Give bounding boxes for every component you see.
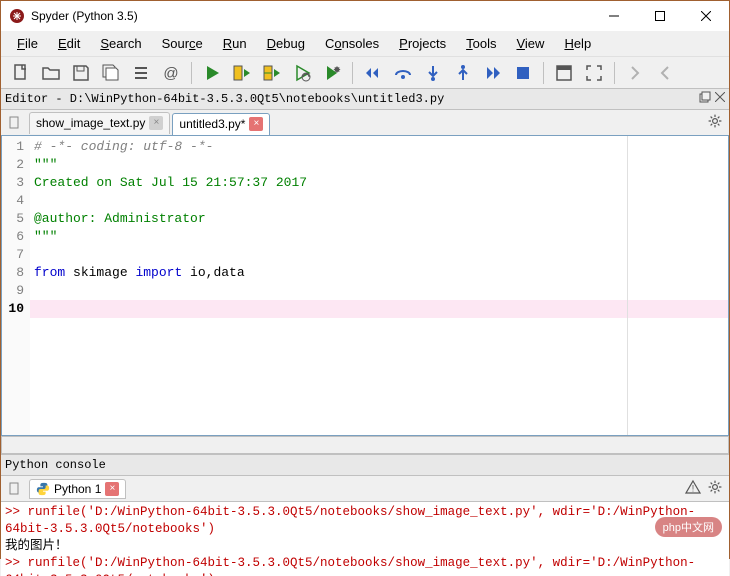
menu-edit[interactable]: Edit [50,34,88,53]
maximize-pane-button[interactable] [550,59,578,87]
editor-path-text: Editor - D:\WinPython-64bit-3.5.3.0Qt5\n… [5,92,444,106]
toolbar: @ [1,56,729,88]
spyder-icon [9,8,25,24]
minimize-button[interactable] [591,1,637,31]
titlebar: Spyder (Python 3.5) [1,1,729,31]
console-tabs: Python 1 × ! [1,476,729,502]
python-icon [36,482,50,496]
nav-forward-button[interactable] [621,59,649,87]
menu-projects[interactable]: Projects [391,34,454,53]
menu-debug[interactable]: Debug [259,34,313,53]
menu-tools[interactable]: Tools [458,34,504,53]
watermark: php中文网 [655,517,722,537]
pane-undock-icon[interactable] [699,91,711,107]
gear-icon[interactable] [707,479,723,498]
editor-ruler [627,136,628,435]
code-body[interactable]: # -*- coding: utf-8 -*-"""Created on Sat… [30,136,728,435]
menu-run[interactable]: Run [215,34,255,53]
menu-search[interactable]: Search [92,34,149,53]
save-button[interactable] [67,59,95,87]
code-editor[interactable]: 12345678910 # -*- coding: utf-8 -*-"""Cr… [1,136,729,436]
file-tab-label: show_image_text.py [36,116,145,130]
menu-view[interactable]: View [508,34,552,53]
console-tab-label: Python 1 [54,482,101,496]
debug-step-over-button[interactable] [389,59,417,87]
editor-path-controls [699,91,725,107]
close-button[interactable] [683,1,729,31]
run-config-button[interactable] [318,59,346,87]
toolbar-separator [352,62,353,84]
tab-close-icon[interactable]: × [105,482,119,496]
run-selection-button[interactable] [288,59,316,87]
pane-close-icon[interactable] [715,92,725,106]
menubar: File Edit Search Source Run Debug Consol… [1,31,729,56]
tab-close-icon[interactable]: × [149,116,163,130]
svg-text:!: ! [692,484,695,494]
nav-back-button[interactable] [651,59,679,87]
debug-step-into-button[interactable] [419,59,447,87]
window-title: Spyder (Python 3.5) [31,9,138,23]
at-button[interactable]: @ [157,59,185,87]
fullscreen-button[interactable] [580,59,608,87]
menu-help[interactable]: Help [556,34,599,53]
toolbar-separator [543,62,544,84]
new-file-button[interactable] [7,59,35,87]
menu-source[interactable]: Source [154,34,211,53]
console-tab-list-button[interactable] [5,479,25,499]
title-left: Spyder (Python 3.5) [1,8,138,24]
gutter: 12345678910 [2,136,30,435]
svg-text:@: @ [163,65,178,82]
file-tab-label: untitled3.py* [179,117,245,131]
editor-options-button[interactable] [707,113,723,132]
tab-close-icon[interactable]: × [249,117,263,131]
file-tab-untitled3[interactable]: untitled3.py* × [172,113,270,135]
open-file-button[interactable] [37,59,65,87]
editor-horizontal-scrollbar[interactable] [1,436,729,454]
editor-tabs: show_image_text.py × untitled3.py* × [1,110,729,136]
maximize-button[interactable] [637,1,683,31]
console-controls: ! [685,479,723,498]
save-all-button[interactable] [97,59,125,87]
list-button[interactable] [127,59,155,87]
console-title-text: Python console [5,458,106,472]
warning-icon[interactable]: ! [685,479,701,498]
console-output[interactable]: >> runfile('D:/WinPython-64bit-3.5.3.0Qt… [1,502,729,576]
debug-stop-button[interactable] [509,59,537,87]
debug-continue-button[interactable] [479,59,507,87]
menu-consoles[interactable]: Consoles [317,34,387,53]
debug-step-button[interactable] [359,59,387,87]
toolbar-separator [614,62,615,84]
toolbar-separator [191,62,192,84]
file-tab-show-image-text[interactable]: show_image_text.py × [29,112,170,134]
window-controls [591,1,729,31]
run-cell-button[interactable] [228,59,256,87]
run-button[interactable] [198,59,226,87]
console-title: Python console [1,454,729,476]
editor-path-bar: Editor - D:\WinPython-64bit-3.5.3.0Qt5\n… [1,88,729,110]
console-tab-python1[interactable]: Python 1 × [29,479,126,499]
run-cell-advance-button[interactable] [258,59,286,87]
menu-file[interactable]: File [9,34,46,53]
debug-step-out-button[interactable] [449,59,477,87]
tab-list-button[interactable] [5,113,25,133]
